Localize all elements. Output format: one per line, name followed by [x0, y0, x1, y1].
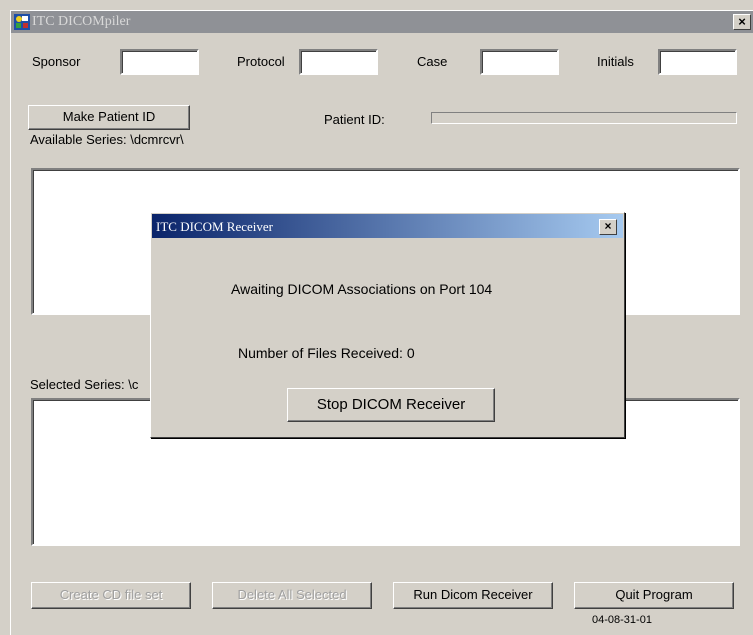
- awaiting-associations-text: Awaiting DICOM Associations on Port 104: [231, 281, 493, 297]
- dialog-title: ITC DICOM Receiver: [156, 219, 273, 234]
- dialog-close-icon[interactable]: ×: [599, 219, 617, 235]
- sponsor-field[interactable]: [120, 49, 199, 75]
- app-icon: [14, 14, 30, 30]
- available-series-label: Available Series: \dcmrcvr\: [30, 132, 184, 147]
- files-received-text: Number of Files Received: 0: [238, 345, 415, 361]
- selected-series-label: Selected Series: \c: [30, 377, 139, 392]
- patient-id-field: [431, 112, 737, 124]
- make-patient-id-button[interactable]: Make Patient ID: [28, 105, 190, 130]
- sponsor-label: Sponsor: [32, 54, 81, 69]
- case-label: Case: [417, 54, 448, 69]
- patient-id-label: Patient ID:: [324, 112, 385, 127]
- stop-dicom-receiver-button[interactable]: Stop DICOM Receiver: [287, 388, 495, 422]
- dicom-receiver-dialog: ITC DICOM Receiver × Awaiting DICOM Asso…: [150, 212, 625, 438]
- window-title: ITC DICOMpiler: [32, 14, 131, 29]
- close-icon[interactable]: ×: [733, 14, 751, 30]
- initials-field[interactable]: [658, 49, 737, 75]
- dialog-titlebar[interactable]: ITC DICOM Receiver ×: [152, 214, 623, 238]
- run-dicom-receiver-button[interactable]: Run Dicom Receiver: [393, 582, 553, 609]
- delete-all-selected-button[interactable]: Delete All Selected: [212, 582, 372, 609]
- protocol-field[interactable]: [299, 49, 378, 75]
- version-label: 04-08-31-01: [592, 614, 652, 626]
- main-titlebar[interactable]: ITC DICOMpiler ×: [11, 11, 753, 33]
- case-field[interactable]: [480, 49, 559, 75]
- protocol-label: Protocol: [237, 54, 285, 69]
- quit-program-button[interactable]: Quit Program: [574, 582, 734, 609]
- initials-label: Initials: [597, 54, 634, 69]
- create-cd-file-set-button[interactable]: Create CD file set: [31, 582, 191, 609]
